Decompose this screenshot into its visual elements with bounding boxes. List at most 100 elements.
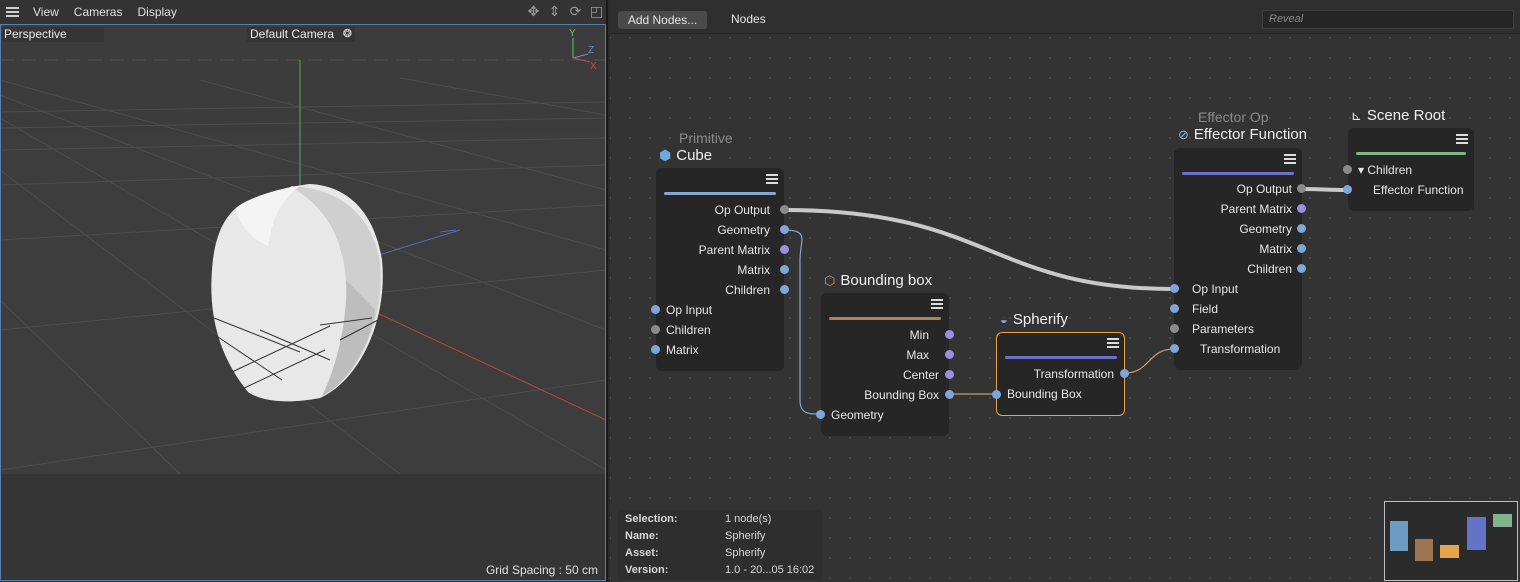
effector-output-matrix: Matrix bbox=[1259, 242, 1292, 256]
rotate-icon[interactable]: ⟳ bbox=[568, 4, 583, 19]
dolly-icon[interactable]: ⇕ bbox=[547, 4, 562, 19]
bounding-box-output-min: Min bbox=[909, 328, 929, 342]
axis-y-label: Y bbox=[569, 28, 576, 39]
bounding-box-title[interactable]: ⬡ Bounding box bbox=[824, 272, 932, 289]
node-minimap[interactable] bbox=[1384, 501, 1518, 581]
bounding-box-port-bbox[interactable] bbox=[945, 390, 954, 399]
viewport-canvas[interactable] bbox=[0, 24, 606, 582]
cube-input-op-input: Op Input bbox=[666, 303, 713, 317]
scene-root-input-children: ▾ Children bbox=[1358, 163, 1413, 177]
bounding-box-output-center: Center bbox=[902, 368, 939, 382]
minimap-node-effector bbox=[1467, 517, 1486, 550]
bounding-box-port-max[interactable] bbox=[945, 350, 954, 359]
effector-port-parent-matrix[interactable] bbox=[1297, 204, 1306, 213]
cube-port-op-input[interactable] bbox=[651, 305, 660, 314]
effector-input-parameters: Parameters bbox=[1192, 322, 1255, 336]
effector-output-geometry: Geometry bbox=[1239, 222, 1292, 236]
cube-output-matrix: Matrix bbox=[737, 263, 770, 277]
bounding-box-port-geometry-in[interactable] bbox=[816, 410, 825, 419]
effector-input-transformation: Transformation bbox=[1200, 342, 1281, 356]
info-key-name: Name: bbox=[625, 530, 659, 542]
effector-port-transformation[interactable] bbox=[1170, 344, 1179, 353]
spherify-color-bar bbox=[1005, 356, 1117, 359]
bounding-box-input-geometry: Geometry bbox=[831, 408, 884, 422]
node-scene-root[interactable]: ▾ Children Effector Function bbox=[1348, 128, 1474, 211]
cube-category: Primitive bbox=[679, 130, 733, 146]
node-editor[interactable]: Add Nodes... Nodes Reveal Primitive ⬢ Cub… bbox=[610, 0, 1520, 582]
effector-color-bar bbox=[1182, 172, 1294, 175]
effector-port-field[interactable] bbox=[1170, 304, 1179, 313]
bounding-box-output-max: Max bbox=[906, 348, 929, 362]
spherify-port-transformation[interactable] bbox=[1120, 369, 1129, 378]
effector-node-menu-icon[interactable] bbox=[1284, 154, 1296, 165]
cube-node-menu-icon[interactable] bbox=[766, 174, 778, 185]
pan-icon[interactable]: ✥ bbox=[526, 4, 541, 19]
info-value-name: Spherify bbox=[725, 530, 766, 542]
effector-port-children[interactable] bbox=[1297, 264, 1306, 273]
effector-title-text: Effector Function bbox=[1193, 126, 1308, 143]
menu-display[interactable]: Display bbox=[137, 5, 176, 19]
bounding-box-output-bbox: Bounding Box bbox=[864, 388, 939, 402]
effector-output-op-output: Op Output bbox=[1236, 182, 1292, 196]
bounding-box-node-menu-icon[interactable] bbox=[931, 299, 943, 310]
camera-icon: ❂ bbox=[342, 28, 352, 40]
effector-port-op-output[interactable] bbox=[1297, 184, 1306, 193]
scene-root-node-menu-icon[interactable] bbox=[1456, 134, 1468, 145]
spherify-node-menu-icon[interactable] bbox=[1107, 338, 1119, 349]
hamburger-menu-icon[interactable] bbox=[6, 7, 19, 17]
effector-title[interactable]: ⊘ Effector Function bbox=[1178, 126, 1307, 143]
scene-root-children-text: Children bbox=[1367, 163, 1413, 177]
scene-root-title-text: Scene Root bbox=[1366, 107, 1446, 124]
bounding-box-port-center[interactable] bbox=[945, 370, 954, 379]
effector-port-matrix[interactable] bbox=[1297, 244, 1306, 253]
info-key-asset: Asset: bbox=[625, 547, 659, 559]
cube-port-op-output[interactable] bbox=[780, 205, 789, 214]
effector-icon: ⊘ bbox=[1178, 127, 1189, 142]
spherify-title[interactable]: ◒ Spherify bbox=[1000, 311, 1068, 328]
scene-root-port-effector[interactable] bbox=[1343, 185, 1352, 194]
selection-info-panel: Selection: 1 node(s) Name: Spherify Asse… bbox=[618, 510, 822, 580]
cube-port-parent-matrix[interactable] bbox=[780, 245, 789, 254]
effector-category: Effector Op bbox=[1198, 109, 1269, 125]
scene-root-port-children[interactable] bbox=[1343, 165, 1352, 174]
projection-label[interactable]: Perspective bbox=[2, 27, 104, 42]
camera-selector[interactable]: Default Camera ❂ bbox=[247, 27, 355, 42]
menu-cameras[interactable]: Cameras bbox=[74, 5, 123, 19]
node-cube[interactable]: Op Output Geometry Parent Matrix Matrix … bbox=[656, 168, 784, 371]
bounding-box-icon: ⬡ bbox=[824, 273, 836, 288]
cube-port-matrix-in[interactable] bbox=[651, 345, 660, 354]
maximize-view-icon[interactable]: ◰ bbox=[589, 4, 604, 19]
effector-input-op-input: Op Input bbox=[1192, 282, 1239, 296]
effector-port-op-input[interactable] bbox=[1170, 284, 1179, 293]
node-spherify[interactable]: Transformation Bounding Box bbox=[996, 332, 1125, 416]
effector-port-geometry[interactable] bbox=[1297, 224, 1306, 233]
cube-port-matrix[interactable] bbox=[780, 265, 789, 274]
info-key-selection: Selection: bbox=[625, 513, 678, 525]
cube-color-bar bbox=[664, 192, 776, 195]
menu-view[interactable]: View bbox=[33, 5, 59, 19]
spherify-output-transformation: Transformation bbox=[1033, 367, 1114, 381]
cube-output-children: Children bbox=[725, 283, 770, 297]
cube-port-children[interactable] bbox=[780, 285, 789, 294]
node-bounding-box[interactable]: Min Max Center Bounding Box Geometry bbox=[821, 293, 949, 436]
viewport-menubar: View Cameras Display ✥ ⇕ ⟳ ◰ bbox=[0, 0, 606, 24]
cube-title[interactable]: ⬢ Cube bbox=[659, 147, 712, 164]
spherify-port-bbox-in[interactable] bbox=[992, 390, 1001, 399]
cube-input-matrix: Matrix bbox=[666, 343, 699, 357]
axis-x-label: X bbox=[590, 61, 597, 72]
spherify-icon: ◒ bbox=[1000, 312, 1008, 327]
effector-input-field: Field bbox=[1192, 302, 1219, 316]
effector-output-parent-matrix: Parent Matrix bbox=[1220, 202, 1292, 216]
cube-icon: ⬢ bbox=[659, 147, 672, 163]
cube-output-geometry: Geometry bbox=[717, 223, 770, 237]
scene-root-color-bar bbox=[1356, 152, 1466, 155]
minimap-node-cube bbox=[1390, 521, 1408, 551]
scene-root-icon: ⊾ bbox=[1351, 108, 1362, 123]
scene-root-title[interactable]: ⊾ Scene Root bbox=[1351, 107, 1445, 124]
cube-port-geometry[interactable] bbox=[780, 225, 789, 234]
effector-port-parameters[interactable] bbox=[1170, 324, 1179, 333]
bounding-box-port-min[interactable] bbox=[945, 330, 954, 339]
cube-port-children-in[interactable] bbox=[651, 325, 660, 334]
node-effector-function[interactable]: Op Output Parent Matrix Geometry Matrix … bbox=[1174, 148, 1302, 370]
viewport-panel[interactable]: View Cameras Display ✥ ⇕ ⟳ ◰ Perspective… bbox=[0, 0, 608, 582]
